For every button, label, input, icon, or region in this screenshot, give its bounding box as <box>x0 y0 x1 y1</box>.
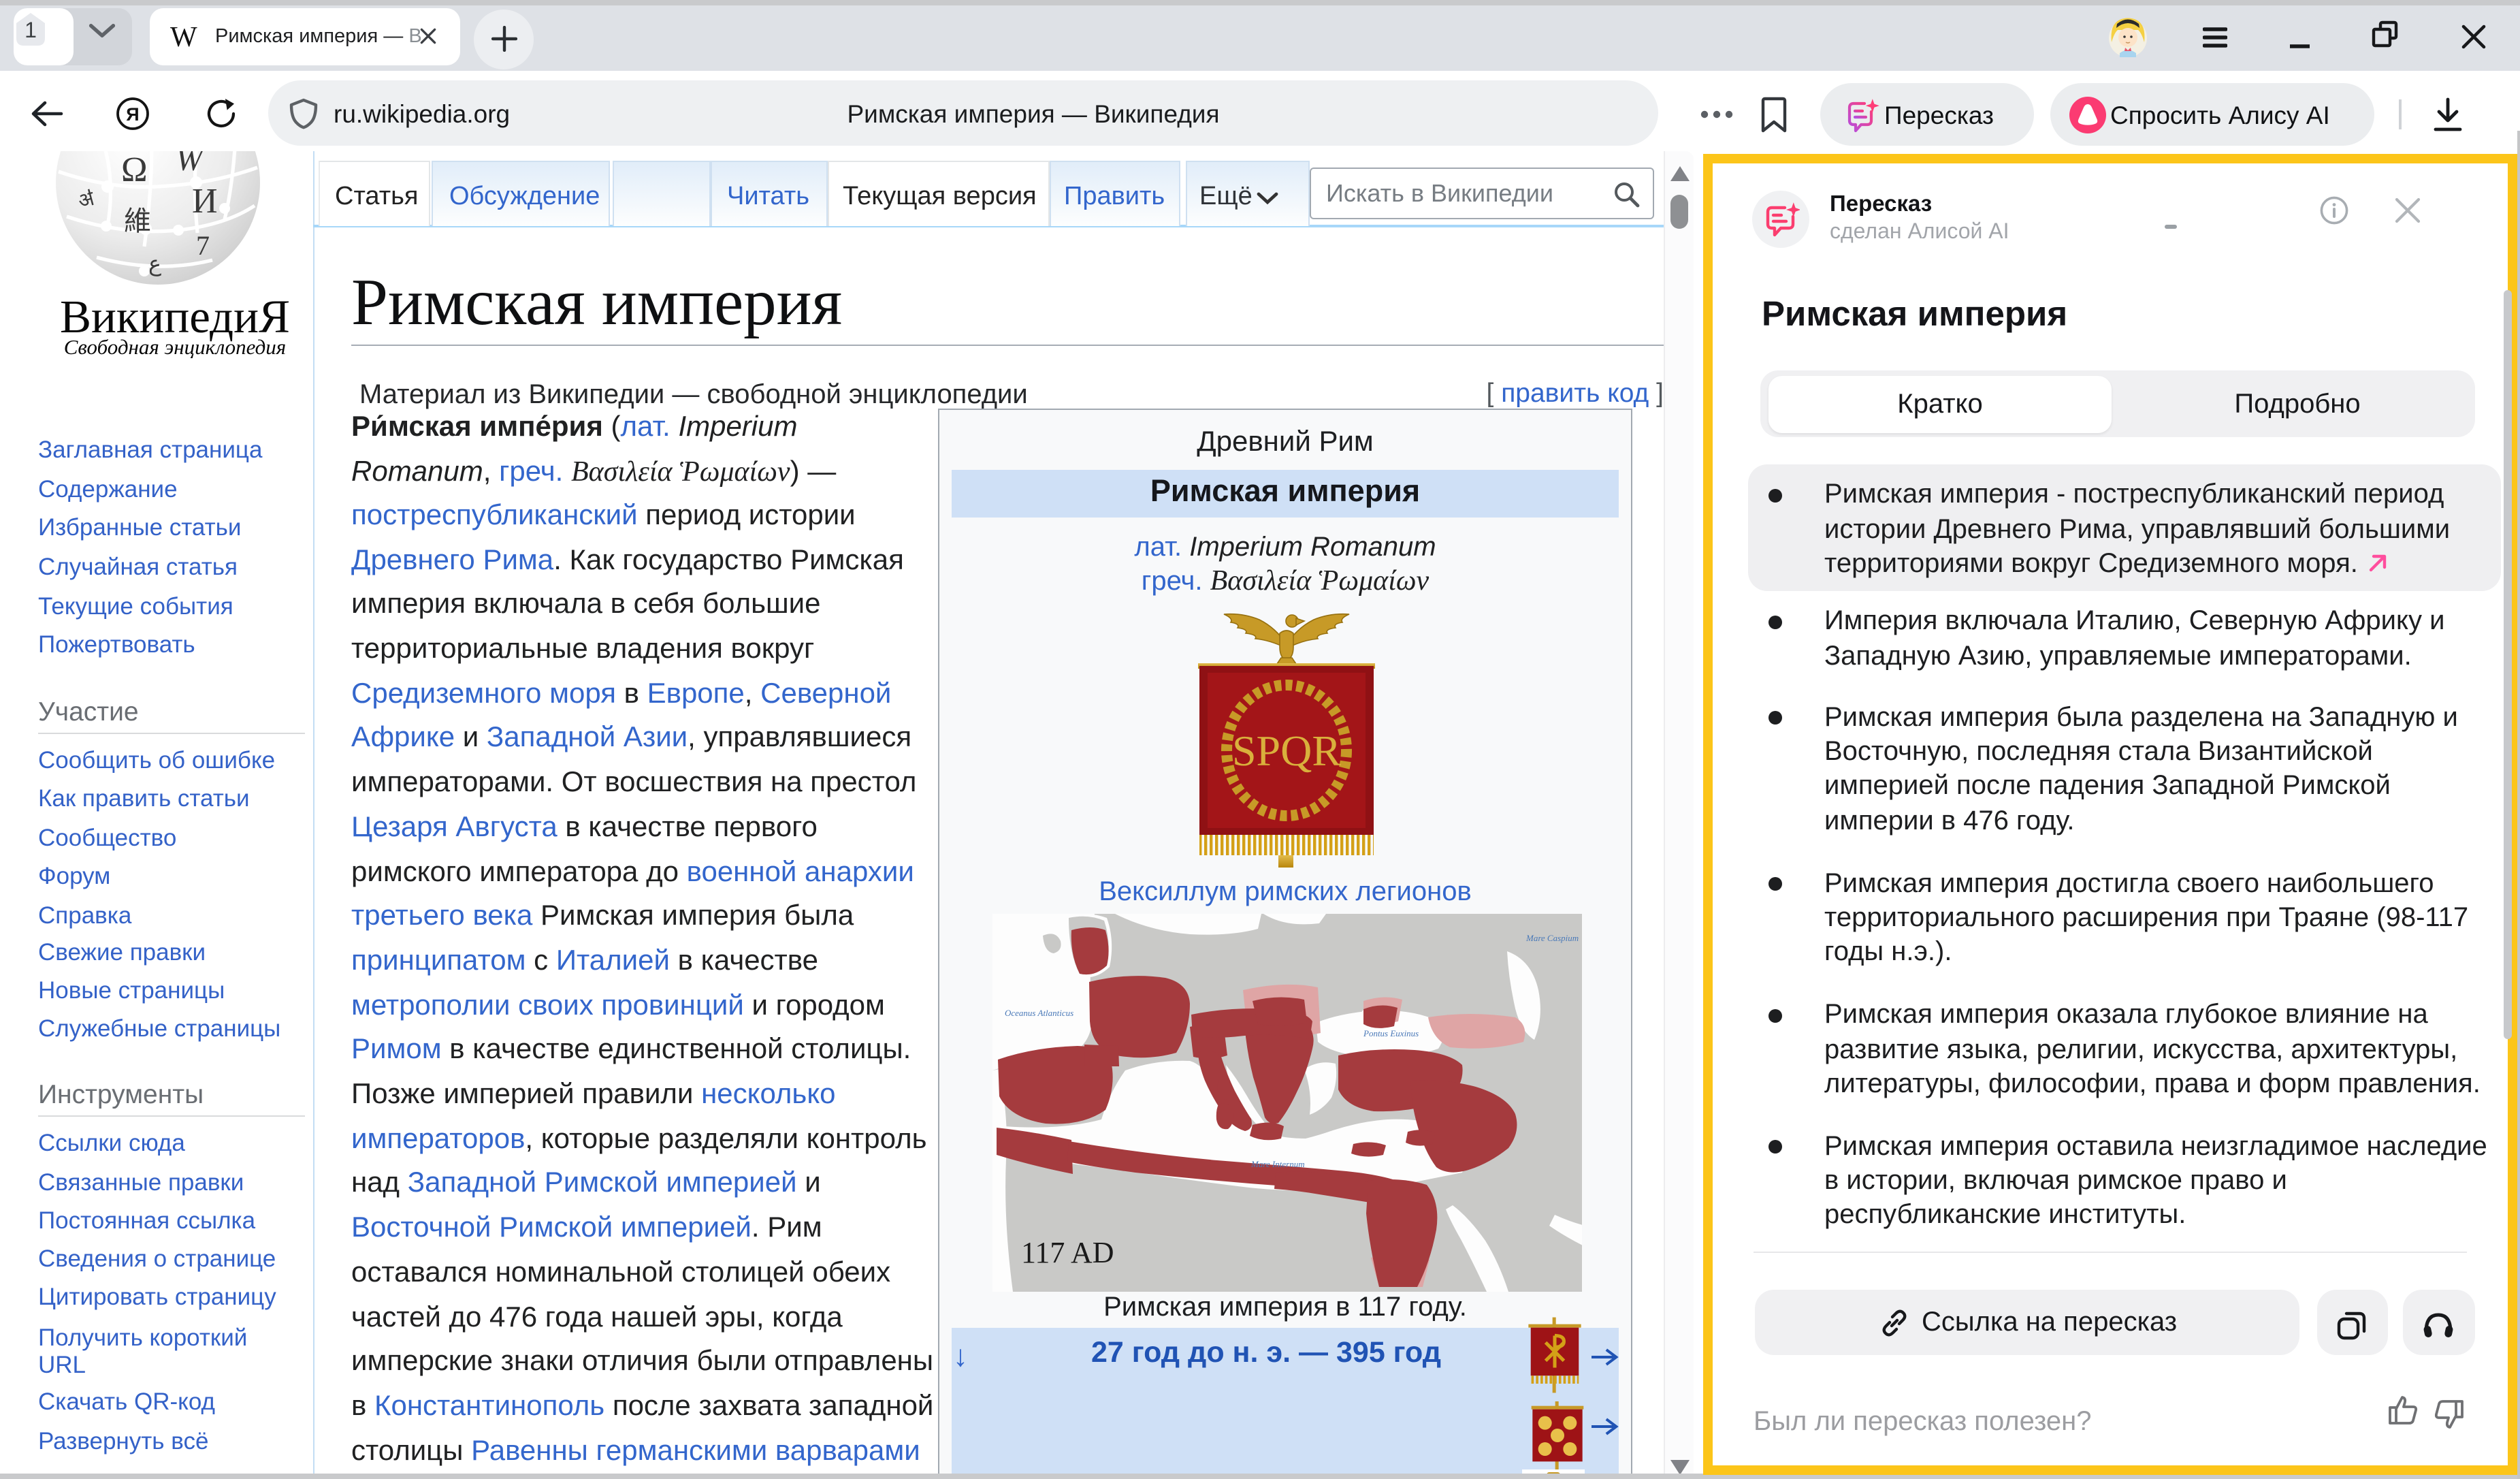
svg-text:SPQR: SPQR <box>1232 727 1341 775</box>
svg-text:W: W <box>176 151 206 178</box>
svg-text:Я: Я <box>126 104 139 125</box>
svg-text:維: 維 <box>124 206 151 236</box>
svg-text:117 AD: 117 AD <box>1020 1236 1114 1269</box>
svg-text:Mare Internum: Mare Internum <box>1250 1159 1304 1169</box>
svg-text:Pontus Euxinus: Pontus Euxinus <box>1362 1028 1418 1038</box>
svg-text:ع: ع <box>148 251 161 276</box>
svg-text:1: 1 <box>24 17 36 42</box>
svg-text:Ω: Ω <box>121 151 148 189</box>
svg-text:7: 7 <box>196 230 210 261</box>
svg-text:Oceanus Atlanticus: Oceanus Atlanticus <box>1004 1008 1073 1018</box>
svg-text:И: И <box>192 182 218 221</box>
svg-text:Mare Caspium: Mare Caspium <box>1525 933 1578 943</box>
